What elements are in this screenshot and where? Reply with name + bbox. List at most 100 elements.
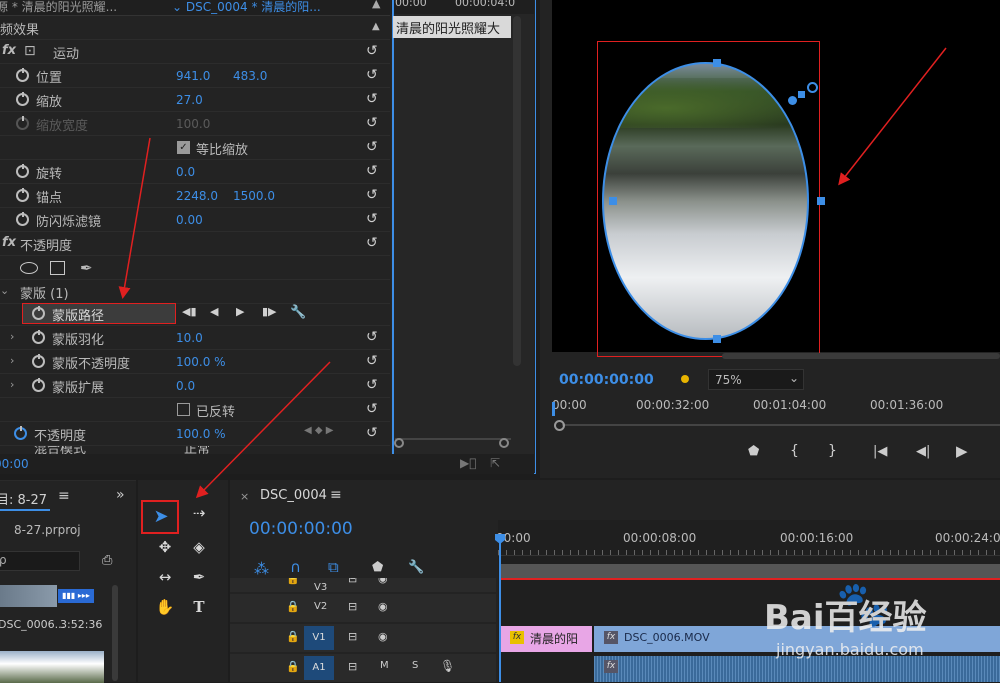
track-forward-icon[interactable]: ▶ [236, 305, 244, 318]
mask-feather-handle[interactable] [798, 91, 805, 98]
stopwatch-icon[interactable] [14, 426, 27, 440]
reset-icon[interactable]: ↺ [366, 91, 378, 107]
reset-icon[interactable]: ↺ [366, 425, 378, 441]
opacity-section-row[interactable]: fx 不透明度 ↺ [0, 232, 390, 256]
hand-tool-icon[interactable]: ✋ [154, 596, 176, 618]
lock-icon[interactable]: 🔒 [286, 578, 300, 585]
track-backward-icon[interactable]: ◀ [210, 305, 218, 318]
mark-out-icon[interactable]: } [828, 443, 837, 459]
mask-vertex-right[interactable] [817, 197, 825, 205]
ripple-edit-icon[interactable]: ✥ [154, 536, 176, 558]
toggle-output-icon[interactable]: ⊟ [348, 630, 357, 643]
add-marker-icon[interactable]: ⬟ [372, 560, 383, 575]
reset-icon[interactable]: ↺ [366, 187, 378, 203]
share-icon[interactable]: ⇱ [490, 456, 500, 470]
project-title[interactable]: 目: 8-27 [0, 489, 47, 508]
add-marker-icon[interactable]: ⬟ [748, 444, 759, 459]
stopwatch-icon[interactable] [16, 68, 29, 82]
mask-feather-handle[interactable] [788, 96, 797, 105]
playhead-marker[interactable] [552, 402, 555, 416]
flicker-value[interactable]: 0.00 [176, 213, 203, 227]
pen-tool-icon[interactable]: ✒ [188, 566, 210, 588]
project-thumbnail[interactable] [0, 585, 57, 607]
mask-opacity-value[interactable]: 100.0 % [176, 355, 226, 369]
position-y-value[interactable]: 483.0 [233, 69, 267, 83]
collapse-icon[interactable]: ▲ [372, 0, 380, 10]
reset-icon[interactable]: ↺ [366, 235, 378, 251]
sequence-tab[interactable]: DSC_0004 [260, 488, 327, 503]
timeline-ruler[interactable]: 00:00 00:00:08:00 00:00:16:00 00:00:24:0… [496, 520, 1000, 556]
step-back-icon[interactable]: ◀| [916, 444, 930, 459]
toggle-output-icon[interactable]: ⊟ [348, 578, 357, 585]
program-scroll-track[interactable] [562, 424, 1000, 426]
motion-row[interactable]: fx ⊡ 运动 ↺ [0, 40, 390, 64]
mask-vertex-left[interactable] [609, 197, 617, 205]
eye-icon[interactable]: ◉ [378, 630, 388, 643]
go-to-in-icon[interactable]: |◀ [873, 444, 887, 459]
mask-feather-value[interactable]: 10.0 [176, 331, 203, 345]
reset-icon[interactable]: ↺ [366, 115, 378, 131]
razor-icon[interactable]: ◈ [188, 536, 210, 558]
snap-icon[interactable]: ∩ [290, 558, 301, 576]
step-back-keyframe-icon[interactable]: ◀▮ [182, 305, 197, 318]
chevron-right-icon[interactable]: › [10, 378, 14, 391]
stopwatch-icon[interactable] [32, 306, 45, 320]
reset-icon[interactable]: ↺ [366, 377, 378, 393]
chevron-right-icon[interactable]: › [10, 330, 14, 343]
monitor-scrollbar[interactable] [722, 353, 1000, 359]
current-timecode[interactable]: 00:00 [0, 457, 29, 471]
program-ruler[interactable]: 00:00 00:00:32:00 00:01:04:00 00:01:36:0… [552, 396, 1000, 416]
stopwatch-icon[interactable] [16, 188, 29, 202]
toggle-output-icon[interactable]: ⊟ [348, 660, 357, 673]
new-bin-icon[interactable]: ⎙ [102, 553, 112, 568]
wrench-icon[interactable]: 🔧 [290, 305, 306, 320]
track-select-icon[interactable]: ⇢ [188, 502, 210, 524]
reset-icon[interactable]: ↺ [366, 43, 378, 59]
lock-icon[interactable]: 🔒 [286, 630, 300, 643]
keyframe-nav-icon[interactable]: ◀ ◆ ▶ [304, 425, 333, 436]
chevron-right-icon[interactable]: › [10, 354, 14, 367]
reset-icon[interactable]: ↺ [366, 353, 378, 369]
track-label[interactable]: V1 [304, 626, 334, 650]
rectangle-mask-icon[interactable] [50, 261, 65, 275]
video-canvas[interactable] [552, 0, 1000, 357]
lock-icon[interactable]: 🔒 [286, 600, 300, 613]
mini-scrollbar[interactable] [513, 16, 521, 366]
reset-icon[interactable]: ↺ [366, 329, 378, 345]
scroll-up-icon[interactable]: ▲ [372, 21, 380, 32]
anchor-y-value[interactable]: 1500.0 [233, 189, 275, 203]
panel-menu-icon[interactable]: ≡ [330, 487, 342, 503]
close-icon[interactable]: × [240, 490, 249, 503]
nest-icon[interactable]: ⁂ [254, 560, 269, 578]
microphone-icon[interactable]: 🎙 [440, 659, 455, 673]
chevron-down-icon[interactable]: ⌄ [0, 284, 9, 297]
reset-icon[interactable]: ↺ [366, 401, 378, 417]
stopwatch-icon[interactable] [16, 92, 29, 106]
tab-source[interactable]: 源 * 清晨的阳光照耀... [0, 0, 117, 15]
stopwatch-icon[interactable] [32, 330, 45, 344]
ellipse-mask-icon[interactable] [20, 262, 38, 274]
selection-tool-icon[interactable]: ➤ [150, 506, 172, 528]
track-label[interactable]: A1 [304, 656, 334, 680]
tab-clip[interactable]: ⌄ DSC_0004 * 清晨的阳... [172, 0, 321, 15]
play-icon[interactable]: ▶ [956, 442, 968, 460]
mask-vertex-top[interactable] [713, 59, 721, 67]
reset-icon[interactable]: ↺ [366, 139, 378, 155]
reset-icon[interactable]: ↺ [366, 67, 378, 83]
export-icon[interactable]: ▶⃞ [460, 456, 476, 470]
scale-value[interactable]: 27.0 [176, 93, 203, 107]
slip-tool-icon[interactable]: ↔ [154, 566, 176, 588]
mute-button[interactable]: M [380, 660, 389, 671]
opacity-value[interactable]: 100.0 % [176, 427, 226, 441]
uniform-scale-checkbox[interactable]: ✓ [177, 141, 190, 154]
mark-in-icon[interactable]: { [790, 443, 799, 459]
linked-selection-icon[interactable]: ⧉ [328, 558, 339, 576]
type-tool-icon[interactable]: T [188, 596, 210, 618]
mask-expansion-value[interactable]: 0.0 [176, 379, 195, 393]
panel-menu-icon[interactable]: ≡ [58, 488, 70, 504]
title-clip[interactable]: fx 清晨的阳 [500, 626, 592, 652]
mini-playhead[interactable] [392, 0, 394, 454]
inverted-checkbox[interactable] [177, 403, 190, 416]
reset-icon[interactable]: ↺ [366, 163, 378, 179]
mini-zoom-bar[interactable] [395, 438, 511, 448]
